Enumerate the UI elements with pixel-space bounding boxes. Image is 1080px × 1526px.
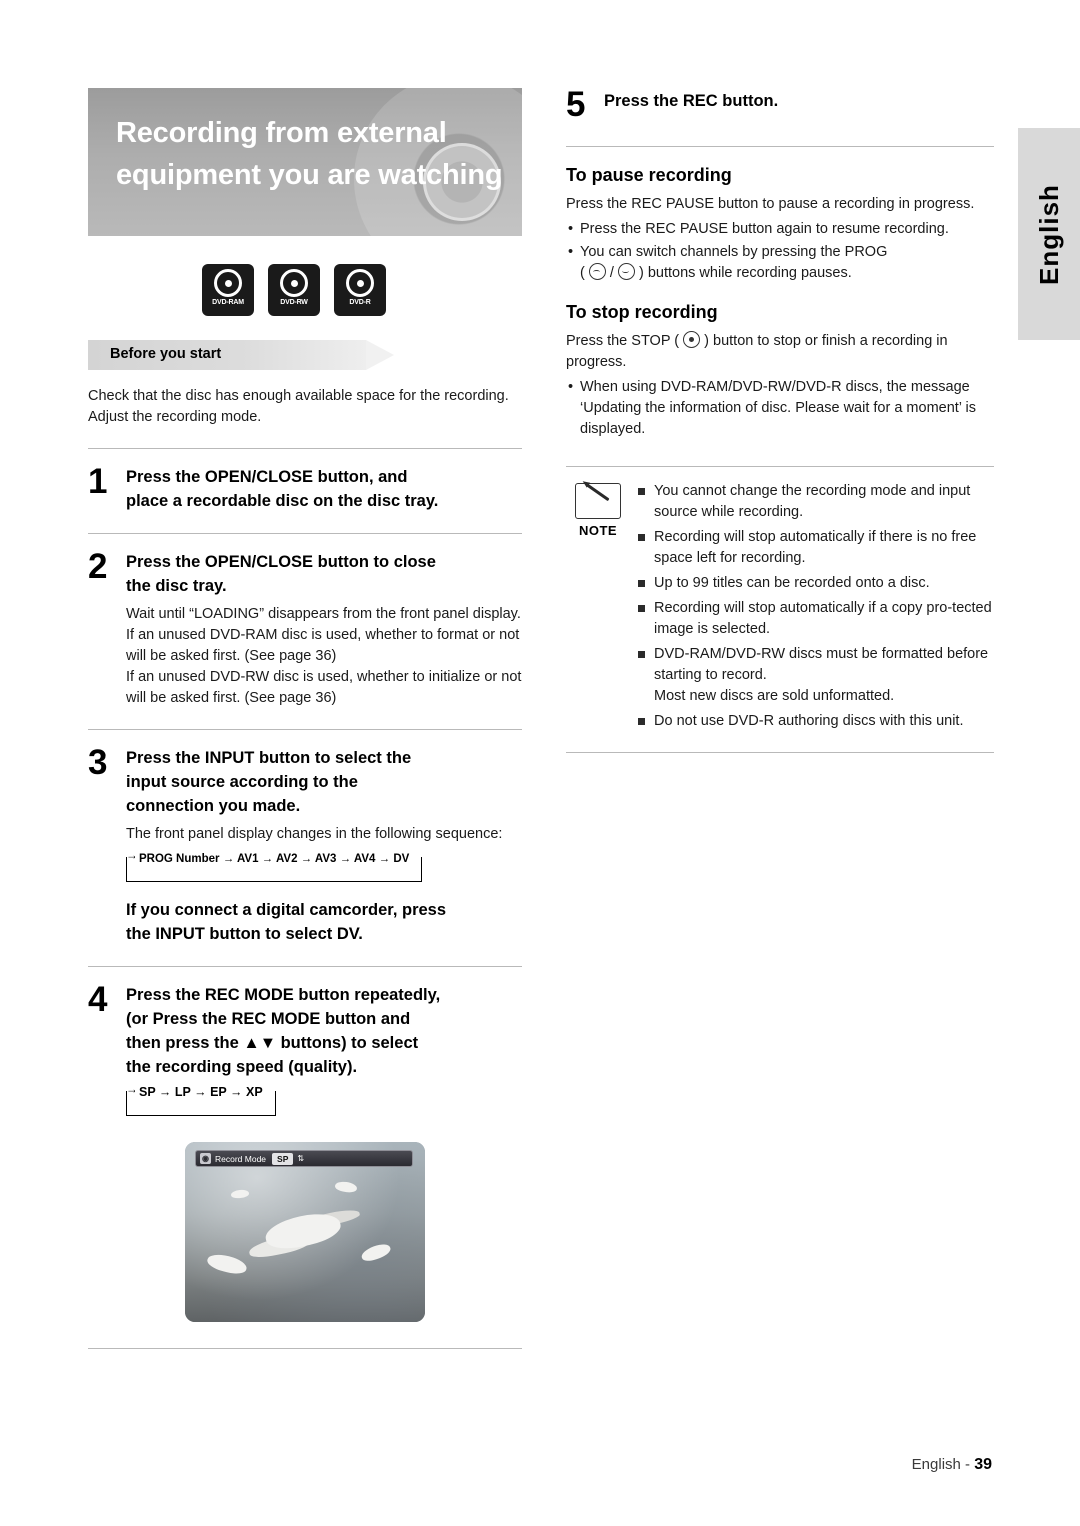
- step-4-head-line3: then press the ▲▼ buttons) to select: [126, 1034, 419, 1052]
- divider: [88, 448, 522, 449]
- step-1-head-line2: place a recordable disc on the disc tray…: [126, 492, 439, 510]
- pause-bullet-2: You can switch channels by pressing the …: [566, 242, 994, 284]
- step-2-head-line2: the disc tray.: [126, 577, 227, 595]
- right-column: 5 Press the REC button. To pause recordi…: [566, 85, 994, 753]
- prog-down-button-icon: [617, 263, 635, 280]
- footer-language: English -: [911, 1456, 971, 1473]
- step-4: 4 Press the REC MODE button repeatedly, …: [88, 980, 522, 1079]
- dvd-r-logo: DVD-R: [334, 264, 386, 316]
- pencil-note-icon: [575, 483, 621, 519]
- note-item: DVD-RAM/DVD-RW discs must be formatted b…: [636, 644, 994, 707]
- record-mode-osd-value: SP: [272, 1152, 294, 1165]
- step-2: 2 Press the OPEN/CLOSE button to close t…: [88, 547, 522, 709]
- step-2-number: 2: [88, 547, 108, 586]
- step-3-head-line3: connection you made.: [126, 797, 301, 815]
- record-mode-osd-label: Record Mode: [215, 1153, 267, 1164]
- before-you-start-banner: Before you start: [88, 340, 394, 370]
- step-5: 5 Press the REC button.: [566, 85, 994, 124]
- disc-logo-row: DVD-RAM DVD-RW DVD-R: [88, 264, 522, 316]
- step-3-head-line2: input source according to the: [126, 773, 358, 791]
- before-you-start-label: Before you start: [110, 346, 222, 362]
- input-sequence-text: PROG Number → AV1 → AV2 → AV3 → AV4 → DV: [135, 853, 414, 865]
- before-you-start-text: Check that the disc has enough available…: [88, 388, 509, 425]
- step-1-number: 1: [88, 462, 108, 501]
- step-5-number: 5: [566, 85, 586, 124]
- left-column: Recording from external equipment you ar…: [88, 88, 522, 1349]
- note-item: Up to 99 titles can be recorded onto a d…: [636, 573, 994, 594]
- pause-section-intro: Press the REC PAUSE button to pause a re…: [566, 196, 975, 212]
- stop-section-intro: Press the STOP ( ) button to stop or fin…: [566, 331, 994, 373]
- note-item: Recording will stop automatically if a c…: [636, 598, 994, 640]
- stop-section-bullets: When using DVD-RAM/DVD-RW/DVD-R discs, t…: [566, 377, 994, 440]
- chapter-title-banner: Recording from external equipment you ar…: [88, 88, 522, 236]
- stop-intro-before: Press the STOP (: [566, 333, 680, 349]
- disc-ring-icon: [214, 269, 242, 297]
- rec-mode-sequence-text: SP → LP → EP → XP: [135, 1085, 267, 1099]
- stop-button-icon: [683, 331, 701, 348]
- step-3-head-line1: Press the INPUT button to select the: [126, 749, 412, 767]
- step-1-head-line1: Press the OPEN/CLOSE button, and: [126, 468, 408, 486]
- page-title: Recording from external equipment you ar…: [88, 88, 522, 196]
- banner-arrow-icon: [366, 340, 394, 370]
- note-icon-wrap: NOTE: [566, 481, 630, 736]
- language-side-tab-label: English: [1033, 183, 1064, 285]
- step-2-body-1: Wait until “LOADING” disappears from the…: [126, 606, 521, 622]
- divider: [88, 533, 522, 534]
- step-1: 1 Press the OPEN/CLOSE button, and place…: [88, 462, 522, 513]
- dvd-rw-logo-label: DVD-RW: [280, 299, 308, 306]
- camcorder-note-line2: the INPUT button to select DV.: [126, 925, 363, 943]
- pause-section-title: To pause recording: [566, 165, 732, 185]
- record-mode-osd-bar: ◉ Record Mode SP ⇅: [195, 1150, 413, 1167]
- stop-section-title: To stop recording: [566, 302, 718, 322]
- language-side-tab: English: [1018, 128, 1080, 340]
- tv-screen-screenshot: ◉ Record Mode SP ⇅: [185, 1142, 425, 1322]
- step-3: 3 Press the INPUT button to select the i…: [88, 743, 522, 845]
- disc-ring-icon: [346, 269, 374, 297]
- divider: [88, 729, 522, 730]
- note-box: NOTE You cannot change the recording mod…: [566, 466, 994, 753]
- step-2-body-2: If an unused DVD-RAM disc is used, wheth…: [126, 627, 520, 664]
- camcorder-note: If you connect a digital camcorder, pres…: [88, 898, 522, 946]
- dvd-ram-logo: DVD-RAM: [202, 264, 254, 316]
- note-label: NOTE: [578, 523, 618, 538]
- pause-section-bullets: Press the REC PAUSE button again to resu…: [566, 219, 994, 284]
- pencil-shape: [586, 483, 610, 502]
- dvd-ram-logo-label: DVD-RAM: [212, 299, 244, 306]
- pause-bullet-1: Press the REC PAUSE button again to resu…: [566, 219, 994, 240]
- stop-bullet-1: When using DVD-RAM/DVD-RW/DVD-R discs, t…: [566, 377, 994, 440]
- step-3-body-1: The front panel display changes in the f…: [126, 826, 503, 842]
- page-title-line1: Recording from external: [116, 117, 447, 149]
- step-4-head-line2: (or Press the REC MODE button and: [126, 1010, 411, 1028]
- page-footer: English - 39: [912, 1456, 992, 1474]
- note-item: Do not use DVD-R authoring discs with th…: [636, 711, 994, 732]
- step-4-head-line1: Press the REC MODE button repeatedly,: [126, 986, 441, 1004]
- camcorder-note-line1: If you connect a digital camcorder, pres…: [126, 901, 447, 919]
- record-mode-icon: ◉: [200, 1153, 211, 1164]
- step-5-head: Press the REC button.: [604, 92, 779, 110]
- step-2-head-line1: Press the OPEN/CLOSE button to close: [126, 553, 436, 571]
- prog-up-button-icon: [588, 263, 606, 280]
- dvd-r-logo-label: DVD-R: [349, 299, 371, 306]
- page-title-line2: equipment you are watching: [116, 159, 503, 191]
- step-3-number: 3: [88, 743, 108, 782]
- divider: [88, 1348, 522, 1349]
- disc-ring-icon: [280, 269, 308, 297]
- note-item: You cannot change the recording mode and…: [636, 481, 994, 523]
- note-items: You cannot change the recording mode and…: [630, 481, 994, 736]
- divider: [88, 966, 522, 967]
- rec-mode-sequence-box: → SP → LP → EP → XP: [126, 1082, 276, 1116]
- footer-page-number: 39: [974, 1456, 992, 1473]
- step-2-body-3: If an unused DVD-RW disc is used, whethe…: [126, 669, 522, 706]
- step-4-number: 4: [88, 980, 108, 1019]
- dvd-rw-logo: DVD-RW: [268, 264, 320, 316]
- note-item: Recording will stop automatically if the…: [636, 527, 994, 569]
- updown-arrows-icon: ⇅: [297, 1153, 305, 1163]
- input-sequence-box: → PROG Number → AV1 → AV2 → AV3 → AV4 → …: [126, 848, 423, 882]
- step-4-head-line4: the recording speed (quality).: [126, 1058, 358, 1076]
- divider: [566, 146, 994, 147]
